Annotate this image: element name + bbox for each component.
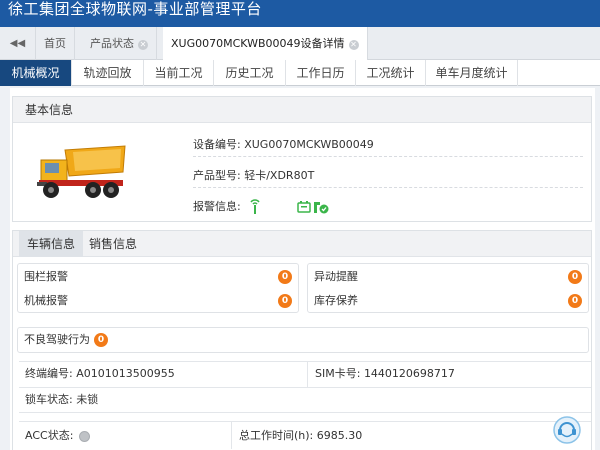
key-check-icon[interactable] <box>313 200 329 214</box>
lock-status-label: 锁车状态: <box>25 393 73 406</box>
terminal-label: 终端编号: <box>25 367 73 380</box>
stock-maintenance-count: 0 <box>568 294 582 308</box>
terminal-value: A0101013500955 <box>76 367 175 380</box>
close-icon[interactable]: ✕ <box>138 40 148 50</box>
product-model-label: 产品型号: <box>193 169 241 182</box>
terminal-sim-row: 终端编号: A0101013500955 SIM卡号: 144012069871… <box>19 361 591 387</box>
tab-product-status[interactable]: 产品状态 ✕ <box>82 27 157 60</box>
tab-vehicle-info[interactable]: 车辆信息 <box>19 231 84 257</box>
column-divider <box>231 422 232 449</box>
battery-icon[interactable] <box>297 200 311 214</box>
bad-driving-label: 不良驾驶行为 <box>24 333 90 346</box>
tab-label: 产品状态 <box>90 37 134 50</box>
acc-cell: ACC状态: <box>19 422 229 449</box>
dump-truck-image <box>37 145 126 198</box>
movement-alert-label: 异动提醒 <box>314 270 358 283</box>
device-number-value: XUG0070MCKWB00049 <box>244 138 374 151</box>
work-time-value: 6985.30 <box>316 429 363 442</box>
fence-alarm-label: 围栏报警 <box>24 270 68 283</box>
app-header: 徐工集团全球物联网-事业部管理平台 <box>0 0 600 27</box>
fence-alarm-count: 0 <box>278 270 292 284</box>
tab-scroll-left-button[interactable]: ◀◀ <box>0 27 36 60</box>
subtab-machine-overview[interactable]: 机械概况 <box>0 60 72 86</box>
sim-label: SIM卡号: <box>315 367 361 380</box>
machine-alarm-label: 机械报警 <box>24 294 68 307</box>
tab-device-detail[interactable]: XUG0070MCKWB00049设备详情 ✕ <box>163 27 368 60</box>
tab-home[interactable]: 首页 <box>36 27 75 60</box>
close-icon[interactable]: ✕ <box>348 40 359 50</box>
vehicle-section-tabs: 车辆信息 销售信息 <box>13 231 591 257</box>
stock-maintenance-item[interactable]: 库存保养 0 <box>314 289 582 313</box>
lock-status-cell: 锁车状态: 未锁 <box>19 388 579 412</box>
alarm-stat-box-right: 异动提醒 0 库存保养 0 <box>307 263 589 313</box>
stock-maintenance-label: 库存保养 <box>314 294 358 307</box>
basic-info-panel: 基本信息 设备编号: XUG0070MCKWB00049 产品型号: 轻卡/XD… <box>12 96 592 222</box>
bad-driving-item: 不良驾驶行为 0 <box>24 328 582 352</box>
product-model-value: 轻卡/XDR80T <box>244 169 315 182</box>
subtab-work-calendar[interactable]: 工作日历 <box>286 60 356 86</box>
vehicle-info-panel: 车辆信息 销售信息 围栏报警 0 机械报警 0 异动提醒 0 库存保养 0 不良… <box>12 230 592 450</box>
page-tabbar: ◀◀ 首页 产品状态 ✕ XUG0070MCKWB00049设备详情 ✕ <box>0 27 600 60</box>
device-number-label: 设备编号: <box>193 138 241 151</box>
main-content: 基本信息 设备编号: XUG0070MCKWB00049 产品型号: 轻卡/XD… <box>10 88 595 450</box>
lock-status-value: 未锁 <box>76 393 99 406</box>
terminal-cell: 终端编号: A0101013500955 <box>19 362 305 387</box>
bad-driving-count: 0 <box>94 333 108 347</box>
work-time-cell: 总工作时间(h): 6985.30 <box>233 422 583 449</box>
product-model-row: 产品型号: 轻卡/XDR80T <box>193 164 583 188</box>
fence-alarm-item[interactable]: 围栏报警 0 <box>24 265 292 289</box>
customer-service-icon[interactable] <box>552 415 582 445</box>
acc-worktime-row: ACC状态: 总工作时间(h): 6985.30 <box>19 421 591 449</box>
sim-value: 1440120698717 <box>363 367 455 380</box>
subtab-monthly-stats[interactable]: 单车月度统计 <box>426 60 518 86</box>
basic-info-heading: 基本信息 <box>13 97 591 123</box>
machine-alarm-item[interactable]: 机械报警 0 <box>24 289 292 313</box>
sim-cell: SIM卡号: 1440120698717 <box>309 362 589 387</box>
work-time-label: 总工作时间(h): <box>239 429 314 442</box>
subtab-current-condition[interactable]: 当前工况 <box>144 60 214 86</box>
alarm-info-label: 报警信息: <box>193 200 241 213</box>
subtab-history-condition[interactable]: 历史工况 <box>214 60 286 86</box>
movement-alert-count: 0 <box>568 270 582 284</box>
alarm-stat-box-left: 围栏报警 0 机械报警 0 <box>17 263 299 313</box>
machine-alarm-count: 0 <box>278 294 292 308</box>
acc-label: ACC状态: <box>25 429 74 442</box>
movement-alert-item[interactable]: 异动提醒 0 <box>314 265 582 289</box>
column-divider <box>307 362 308 387</box>
lock-status-row: 锁车状态: 未锁 <box>19 387 591 413</box>
tab-label: XUG0070MCKWB00049设备详情 <box>171 37 345 50</box>
app-title: 徐工集团全球物联网-事业部管理平台 <box>8 0 262 18</box>
device-number-row: 设备编号: XUG0070MCKWB00049 <box>193 133 583 157</box>
bad-driving-box[interactable]: 不良驾驶行为 0 <box>17 327 589 353</box>
acc-off-dot-icon <box>79 430 91 442</box>
detail-subtabs: 机械概况 轨迹回放 当前工况 历史工况 工作日历 工况统计 单车月度统计 <box>0 60 600 86</box>
double-chevron-left-icon: ◀◀ <box>9 38 26 49</box>
tab-sales-info[interactable]: 销售信息 <box>81 231 145 257</box>
signal-antenna-icon[interactable] <box>249 199 261 215</box>
subtab-track-playback[interactable]: 轨迹回放 <box>72 60 144 86</box>
subtab-condition-stats[interactable]: 工况统计 <box>356 60 426 86</box>
tab-label: 首页 <box>44 37 66 50</box>
